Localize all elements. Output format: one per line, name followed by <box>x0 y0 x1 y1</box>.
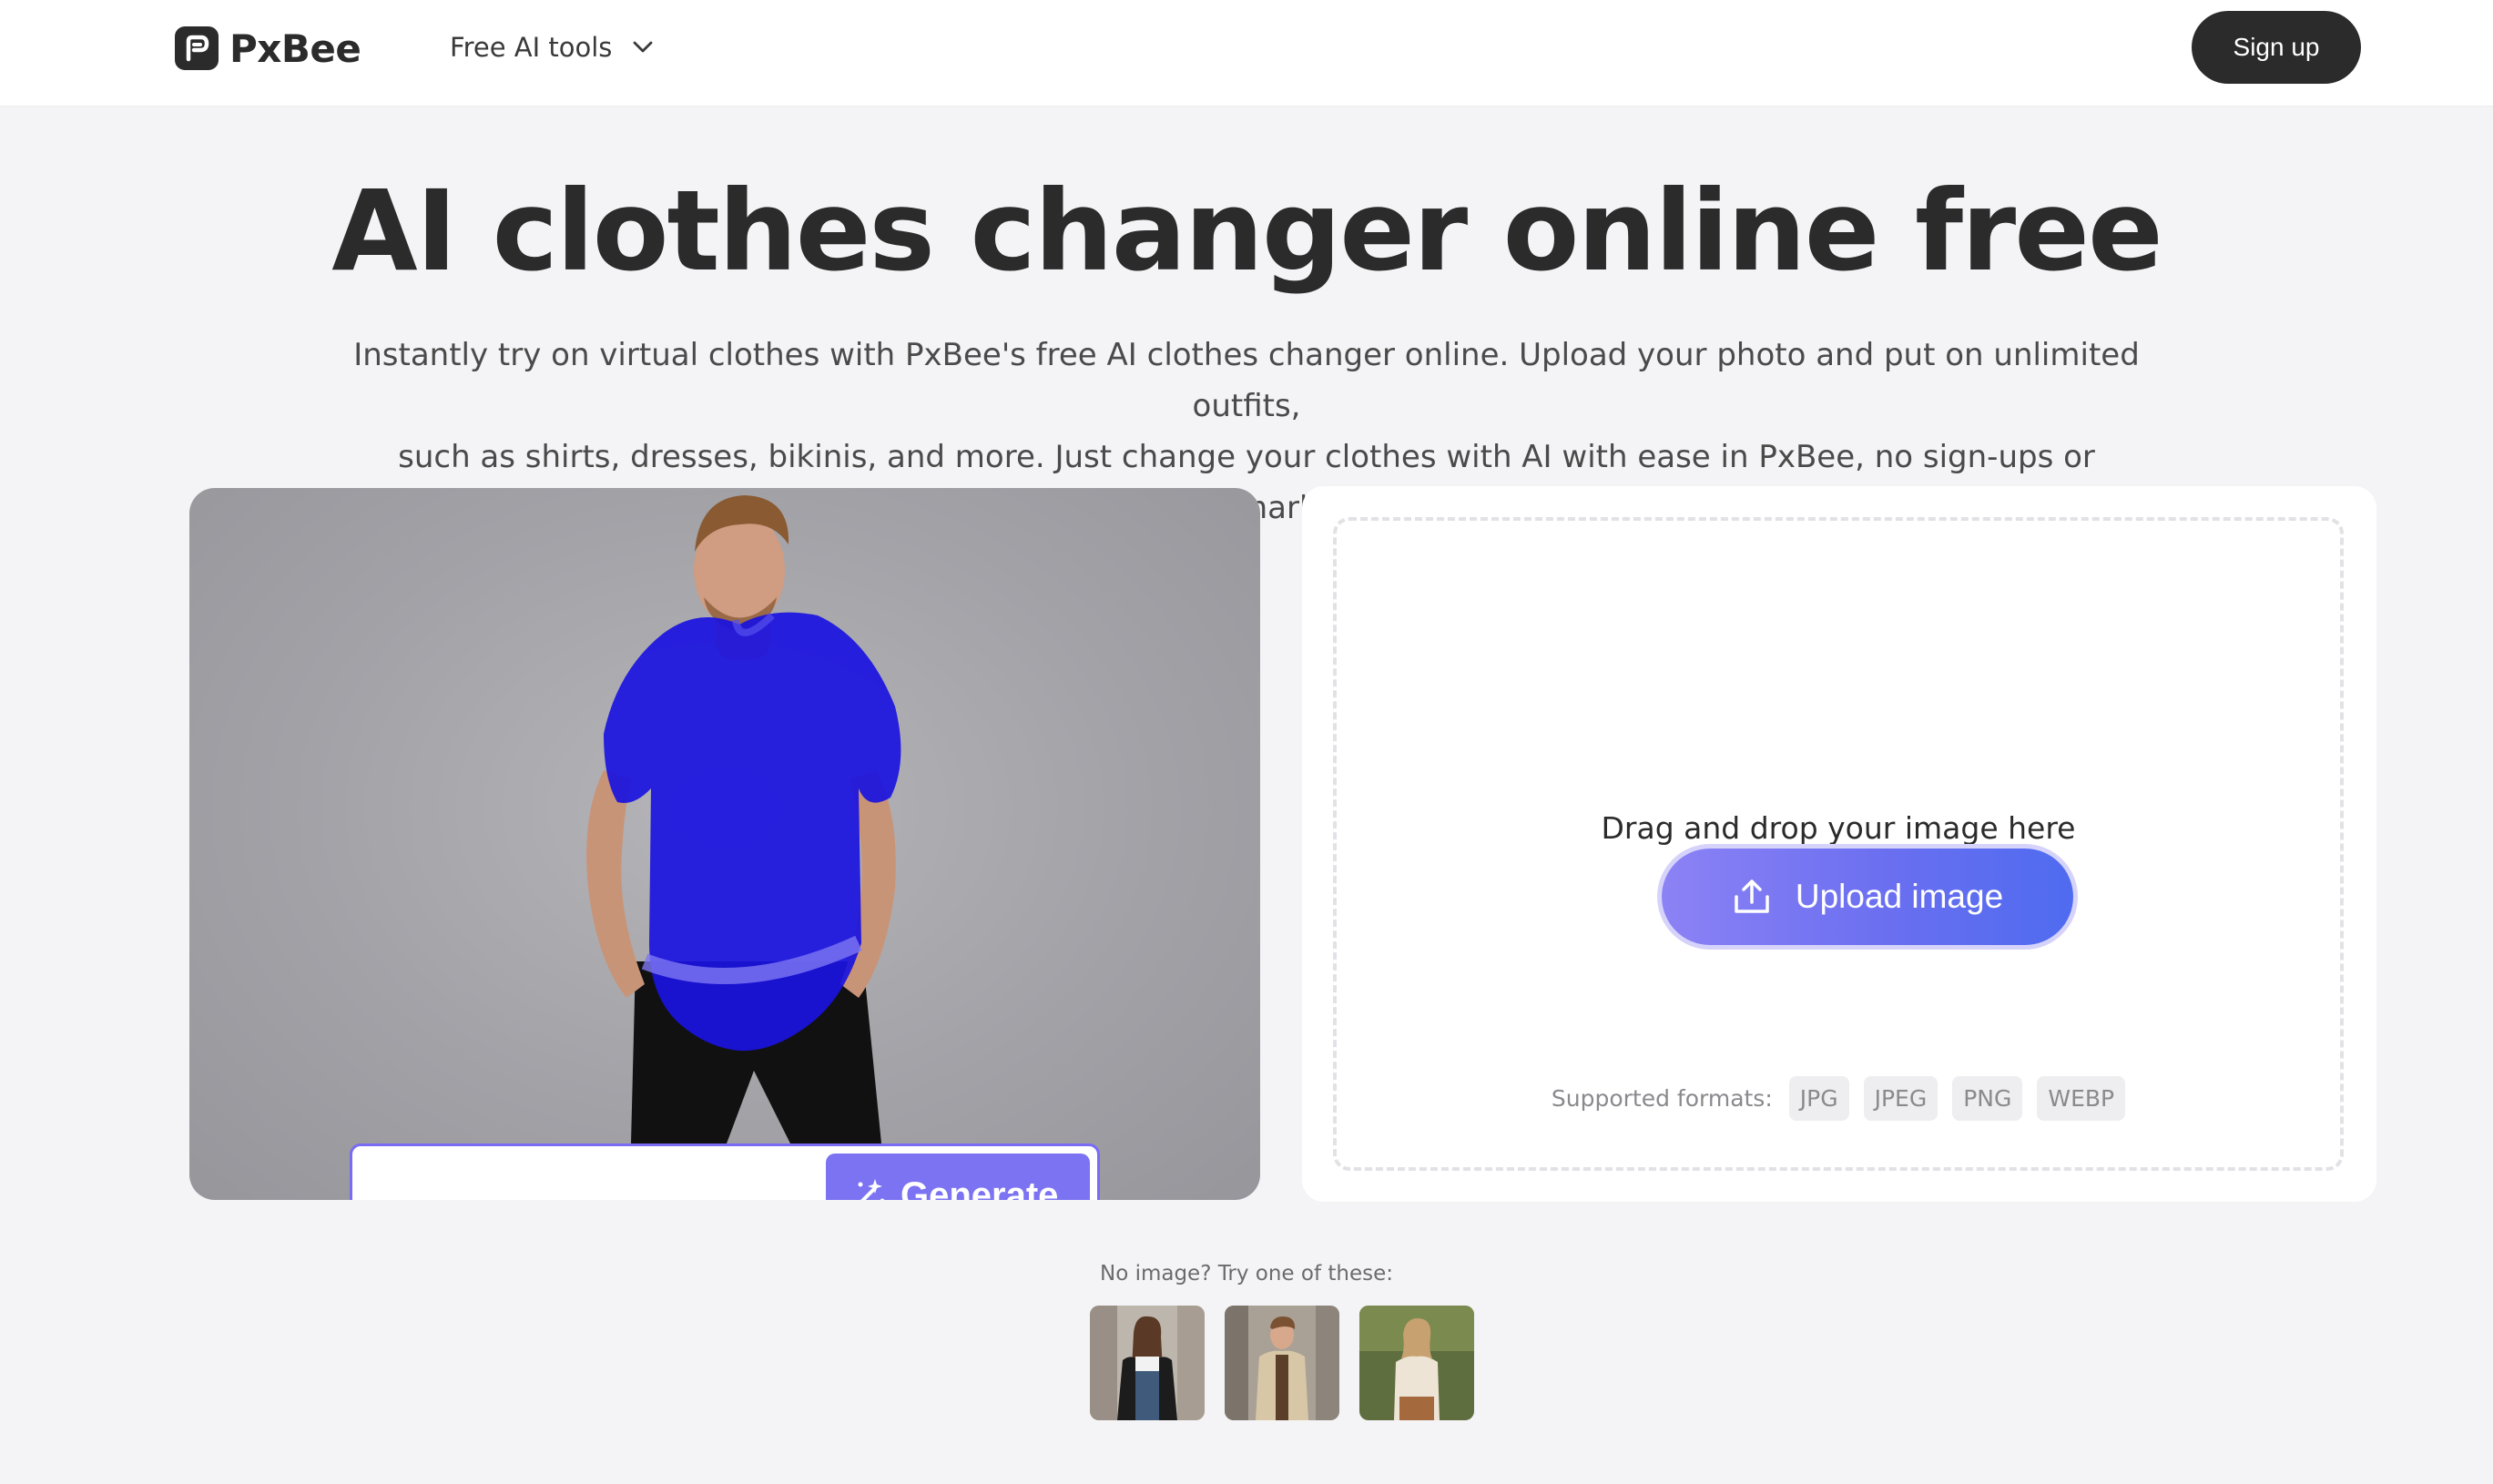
format-chip-png: PNG <box>1952 1076 2023 1121</box>
sample-image-man-street[interactable] <box>1225 1306 1339 1420</box>
format-chip-webp: WEBP <box>2037 1076 2126 1121</box>
subtitle-line-1: Instantly try on virtual clothes with Px… <box>353 337 2140 424</box>
top-navbar: PxBee Free AI tools Sign up <box>0 0 2493 107</box>
magic-wand-icon <box>858 1179 885 1200</box>
sign-up-button[interactable]: Sign up <box>2192 11 2361 84</box>
format-chip-jpg: JPG <box>1788 1076 1849 1121</box>
supported-formats: Supported formats: JPG JPEG PNG WEBP <box>1337 1076 2340 1121</box>
sample-image-woman-field[interactable] <box>1359 1306 1474 1420</box>
sample-images-label: No image? Try one of these: <box>1099 1262 1393 1286</box>
prompt-input-bar[interactable]: Generate <box>350 1143 1100 1200</box>
page-title: AI clothes changer online free <box>331 167 2162 296</box>
upload-icon <box>1735 879 1769 913</box>
nav-label: Free AI tools <box>450 32 613 63</box>
brand-name: PxBee <box>229 25 361 71</box>
sample-image-woman-street[interactable] <box>1090 1306 1205 1420</box>
formats-label: Supported formats: <box>1551 1085 1773 1112</box>
format-chip-jpeg: JPEG <box>1863 1076 1938 1121</box>
drag-drop-text: Drag and drop your image here <box>1601 810 2076 846</box>
brand-logo[interactable]: PxBee <box>175 25 361 71</box>
pxbee-logo-icon <box>175 26 219 70</box>
model-with-clothes-mask <box>586 495 901 1143</box>
upload-image-label: Upload image <box>1795 878 2004 915</box>
chevron-down-icon <box>633 41 653 53</box>
image-dropzone[interactable]: Drag and drop your image here Upload ima… <box>1333 517 2344 1171</box>
free-ai-tools-menu[interactable]: Free AI tools <box>450 29 654 66</box>
upload-card: Drag and drop your image here Upload ima… <box>1302 486 2376 1202</box>
generate-label: Generate <box>901 1175 1059 1200</box>
demo-preview-image: Generate <box>189 488 1260 1200</box>
generate-button[interactable]: Generate <box>826 1154 1090 1200</box>
upload-image-button[interactable]: Upload image <box>1662 849 2073 945</box>
